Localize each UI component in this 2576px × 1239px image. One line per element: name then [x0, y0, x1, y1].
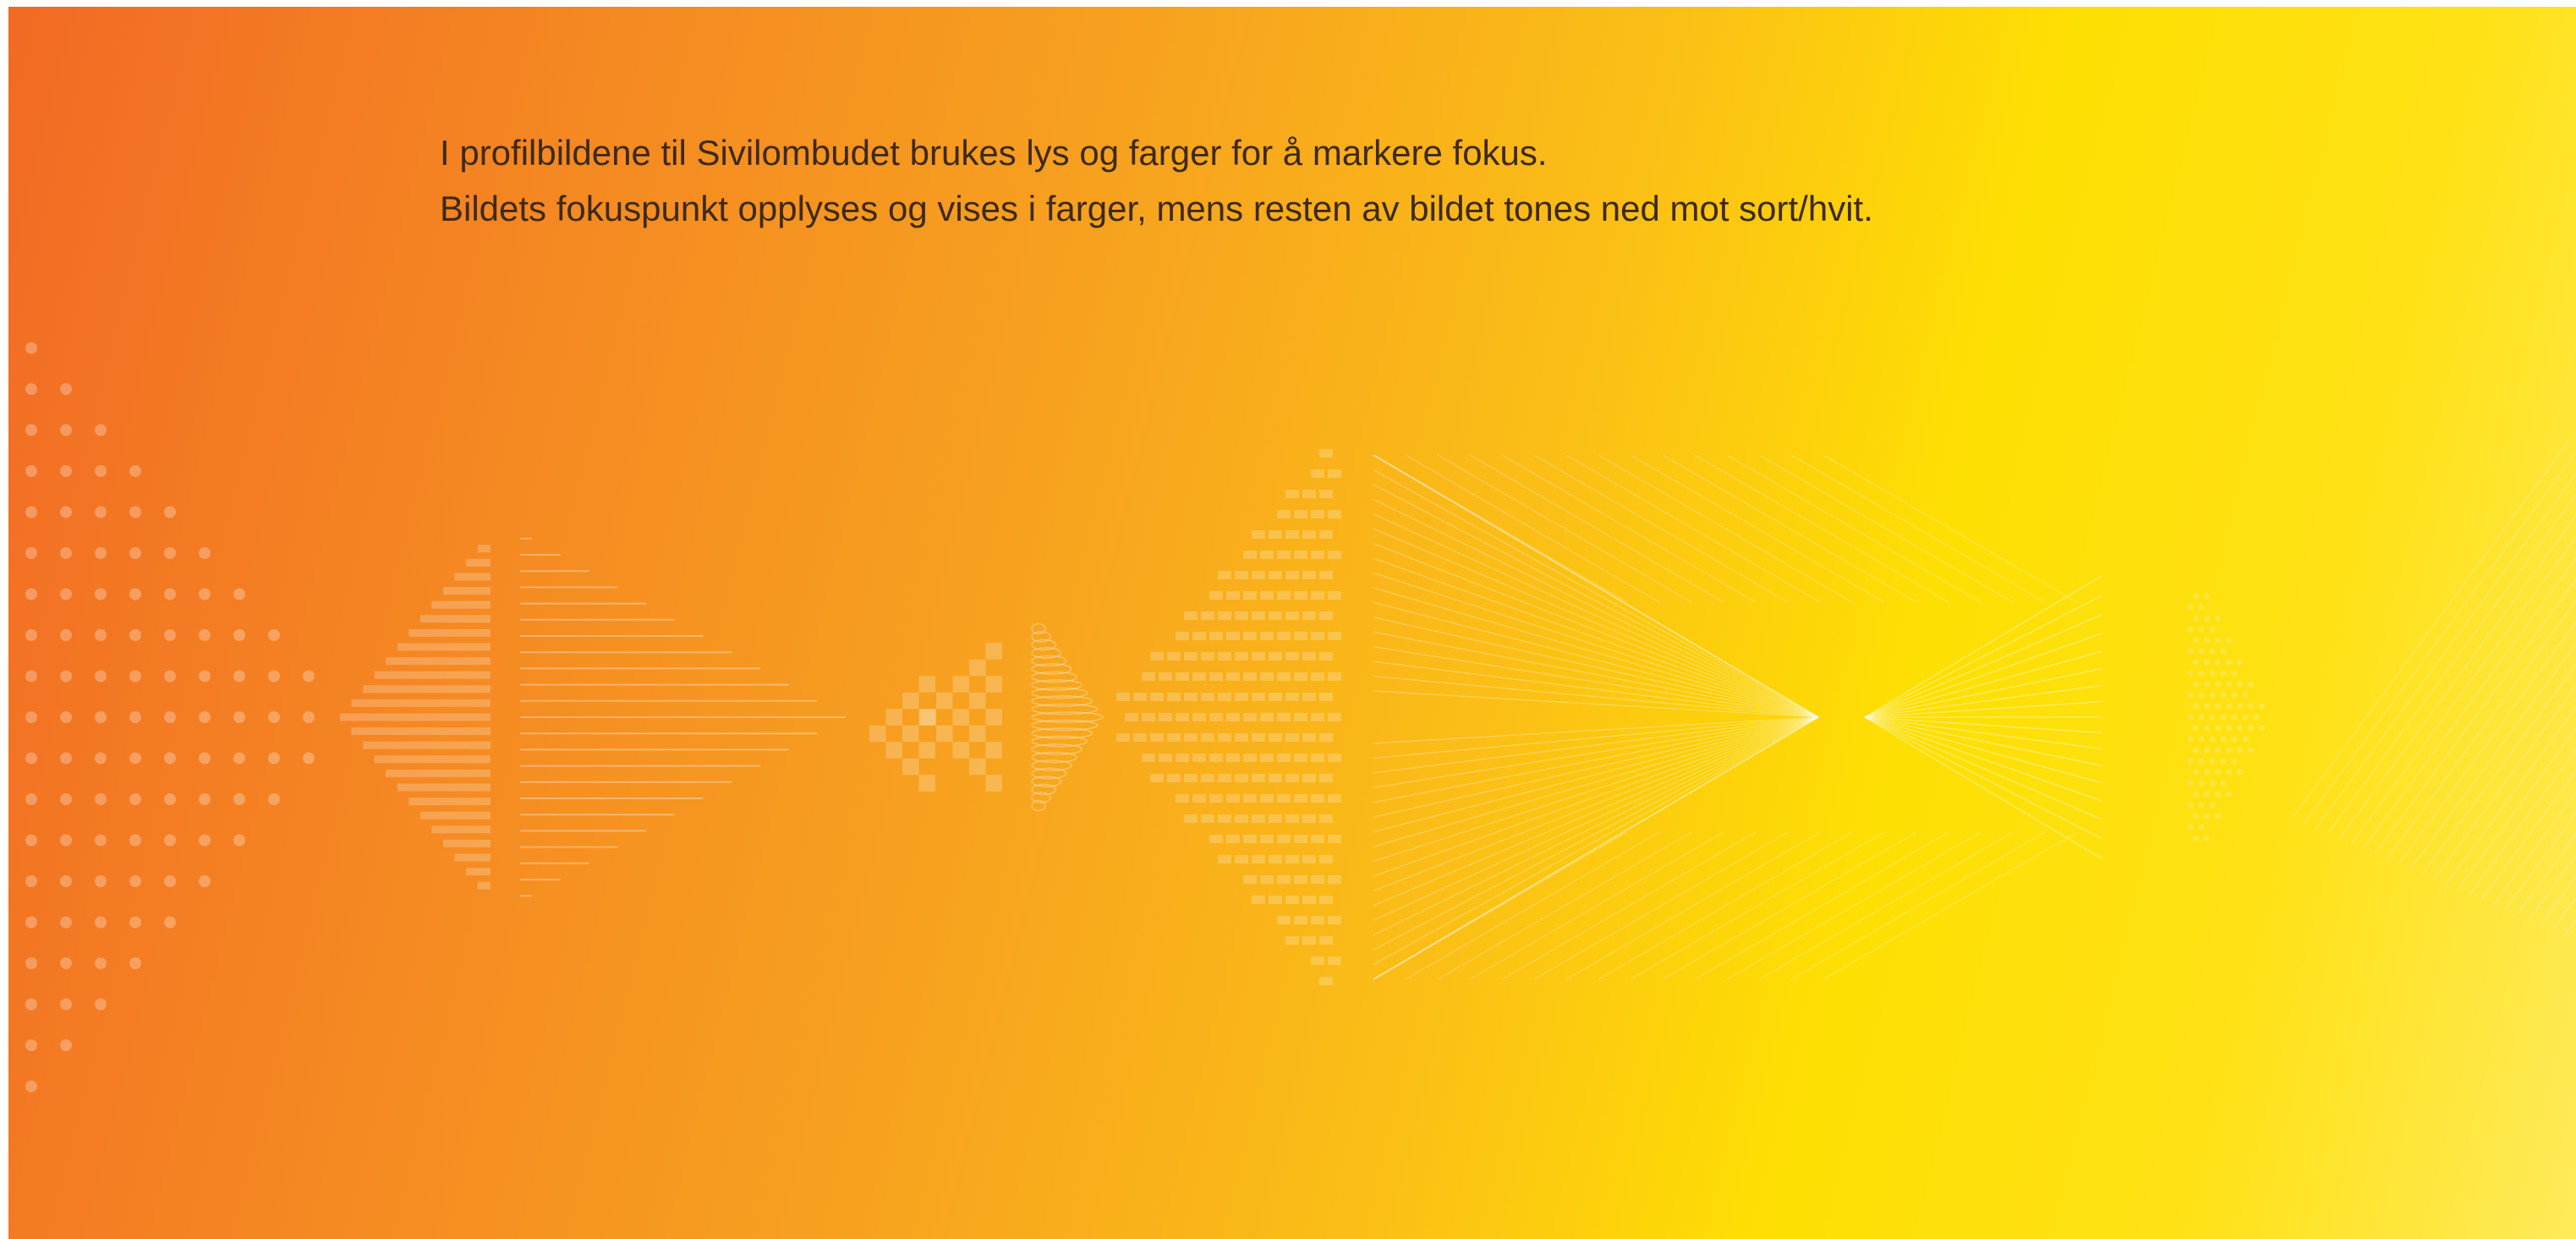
slide-background: I profilbildene til Sivilombudet brukes …	[8, 7, 2576, 1239]
small-dot-diamond-pattern	[2187, 593, 2265, 842]
lines-triangle-pattern	[520, 537, 846, 897]
diagonal-lines-pattern	[2291, 437, 2576, 940]
striped-diamond-pattern	[340, 545, 491, 890]
focus-pattern-band	[25, 342, 2576, 1093]
checker-diamond-pattern	[869, 643, 1002, 792]
ellipse-stack-pattern	[1031, 622, 1104, 812]
dot-triangle-pattern	[25, 342, 315, 1093]
dash-triangle-pattern	[1116, 449, 1341, 985]
ray-fan-pattern	[1864, 575, 2102, 859]
